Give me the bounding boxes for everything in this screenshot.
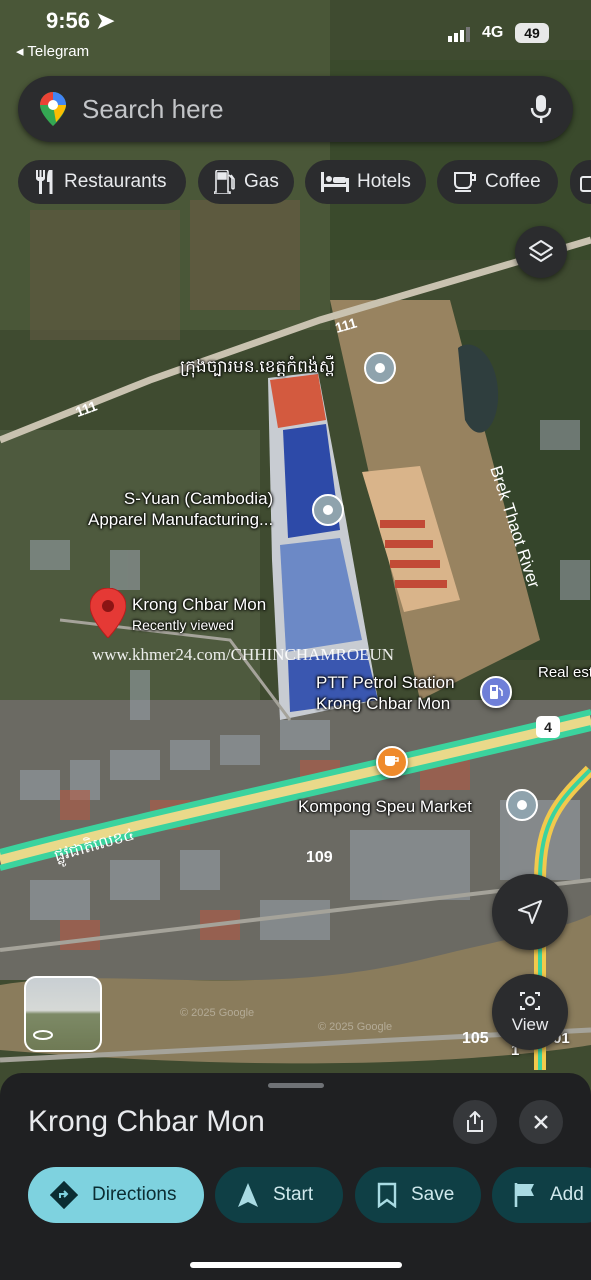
place-bottom-sheet[interactable]: Krong Chbar Mon Directions Start Save Ad… xyxy=(0,1073,591,1280)
location-arrow-icon: ➤ xyxy=(96,8,115,33)
chip-restaurants[interactable]: Restaurants xyxy=(18,160,186,204)
place-label-ptt[interactable]: PTT Petrol Station Krong Chbar Mon xyxy=(316,672,455,714)
fork-knife-icon xyxy=(36,170,53,194)
place-label-market[interactable]: Kompong Speu Market xyxy=(298,796,472,817)
close-button[interactable] xyxy=(519,1100,563,1144)
layers-icon xyxy=(529,240,553,262)
rotate-360-icon xyxy=(33,1030,53,1040)
ptt-name-line1: PTT Petrol Station xyxy=(316,673,455,692)
flag-icon xyxy=(514,1183,534,1207)
my-location-button[interactable] xyxy=(492,874,568,950)
coffee-pin-icon[interactable] xyxy=(376,746,408,778)
save-button[interactable]: Save xyxy=(355,1167,481,1223)
ptt-name-line2: Krong Chbar Mon xyxy=(316,694,451,713)
network-type: 4G xyxy=(482,24,504,41)
market-pin-icon[interactable] xyxy=(506,789,538,821)
selected-place-subtitle: Recently viewed xyxy=(132,617,234,633)
signal-bars-icon xyxy=(448,27,470,42)
chip-coffee[interactable]: Coffee xyxy=(437,160,558,204)
route-shield-4: 4 xyxy=(536,716,560,738)
search-bar[interactable]: Search here xyxy=(18,76,573,142)
road-label-105: 105 xyxy=(462,1030,489,1047)
factory-name-line2: Apparel Manufacturing... xyxy=(88,510,274,529)
place-label-city-hall[interactable]: ក្រុងច្បារមន.ខេត្តកំពង់ស្ពឺ xyxy=(180,356,335,377)
share-button[interactable] xyxy=(453,1100,497,1144)
coffee-cup-icon xyxy=(454,172,476,192)
battery-indicator: 49 xyxy=(515,23,549,43)
start-label: Start xyxy=(273,1184,314,1205)
selected-place-label[interactable]: Krong Chbar Mon Recently viewed xyxy=(132,594,266,636)
google-maps-pin-icon xyxy=(40,92,66,126)
directions-label: Directions xyxy=(92,1184,177,1205)
navigation-arrow-icon xyxy=(238,1183,258,1207)
street-view-thumbnail[interactable] xyxy=(24,976,102,1052)
factory-name-line1: S-Yuan (Cambodia) xyxy=(123,489,274,508)
chip-hotels[interactable]: Hotels xyxy=(305,160,426,204)
gas-pump-icon xyxy=(490,685,503,699)
microphone-icon[interactable] xyxy=(530,95,552,123)
view-label: View xyxy=(511,1015,549,1034)
back-to-telegram[interactable]: ◂ Telegram xyxy=(16,42,89,60)
place-title: Krong Chbar Mon xyxy=(28,1105,265,1138)
directions-button[interactable]: Directions xyxy=(28,1167,204,1223)
status-time: 9:56 ➤ xyxy=(46,8,115,33)
chip-label: Gas xyxy=(244,171,279,192)
chip-label: Coffee xyxy=(485,171,541,192)
navigation-arrow-icon xyxy=(518,900,542,924)
save-label: Save xyxy=(411,1184,455,1205)
add-label: Add xyxy=(550,1184,584,1205)
directions-icon xyxy=(50,1181,78,1209)
close-icon xyxy=(534,1115,548,1129)
start-button[interactable]: Start xyxy=(215,1167,343,1223)
drag-handle[interactable] xyxy=(268,1083,324,1088)
selected-location-pin-icon[interactable] xyxy=(90,588,126,638)
layers-button[interactable] xyxy=(515,226,567,278)
add-label-button[interactable]: Add xyxy=(492,1167,591,1223)
chip-label: Hotels xyxy=(357,171,411,192)
bookmark-icon xyxy=(377,1182,397,1208)
selected-place-name: Krong Chbar Mon xyxy=(132,595,267,614)
shopping-bag-icon xyxy=(580,176,591,192)
status-bar: 9:56 ➤ ◂ Telegram 4G 49 xyxy=(0,0,591,64)
coffee-cup-icon xyxy=(385,756,399,766)
watermark: www.khmer24.com/CHHINCHAMROEUN xyxy=(92,645,394,664)
map-copyright-2: © 2025 Google xyxy=(318,1021,392,1033)
place-label-real-estate[interactable]: Real est xyxy=(538,662,591,683)
bed-icon xyxy=(321,172,349,192)
search-input[interactable]: Search here xyxy=(82,94,224,125)
place-label-factory[interactable]: S-Yuan (Cambodia) Apparel Manufacturing.… xyxy=(88,488,273,530)
road-label-109: 109 xyxy=(306,849,333,866)
chip-label: Restaurants xyxy=(64,171,167,192)
share-icon xyxy=(467,1111,483,1132)
city-hall-pin-icon[interactable] xyxy=(364,352,396,384)
lens-view-button[interactable]: View xyxy=(492,974,568,1050)
gas-station-pin-icon[interactable] xyxy=(480,676,512,708)
home-indicator[interactable] xyxy=(190,1262,402,1268)
gas-pump-icon xyxy=(214,170,235,194)
factory-pin-icon[interactable] xyxy=(312,494,344,526)
camera-lens-icon xyxy=(520,992,540,1010)
map-copyright-1: © 2025 Google xyxy=(180,1007,254,1019)
chip-gas[interactable]: Gas xyxy=(198,160,294,204)
